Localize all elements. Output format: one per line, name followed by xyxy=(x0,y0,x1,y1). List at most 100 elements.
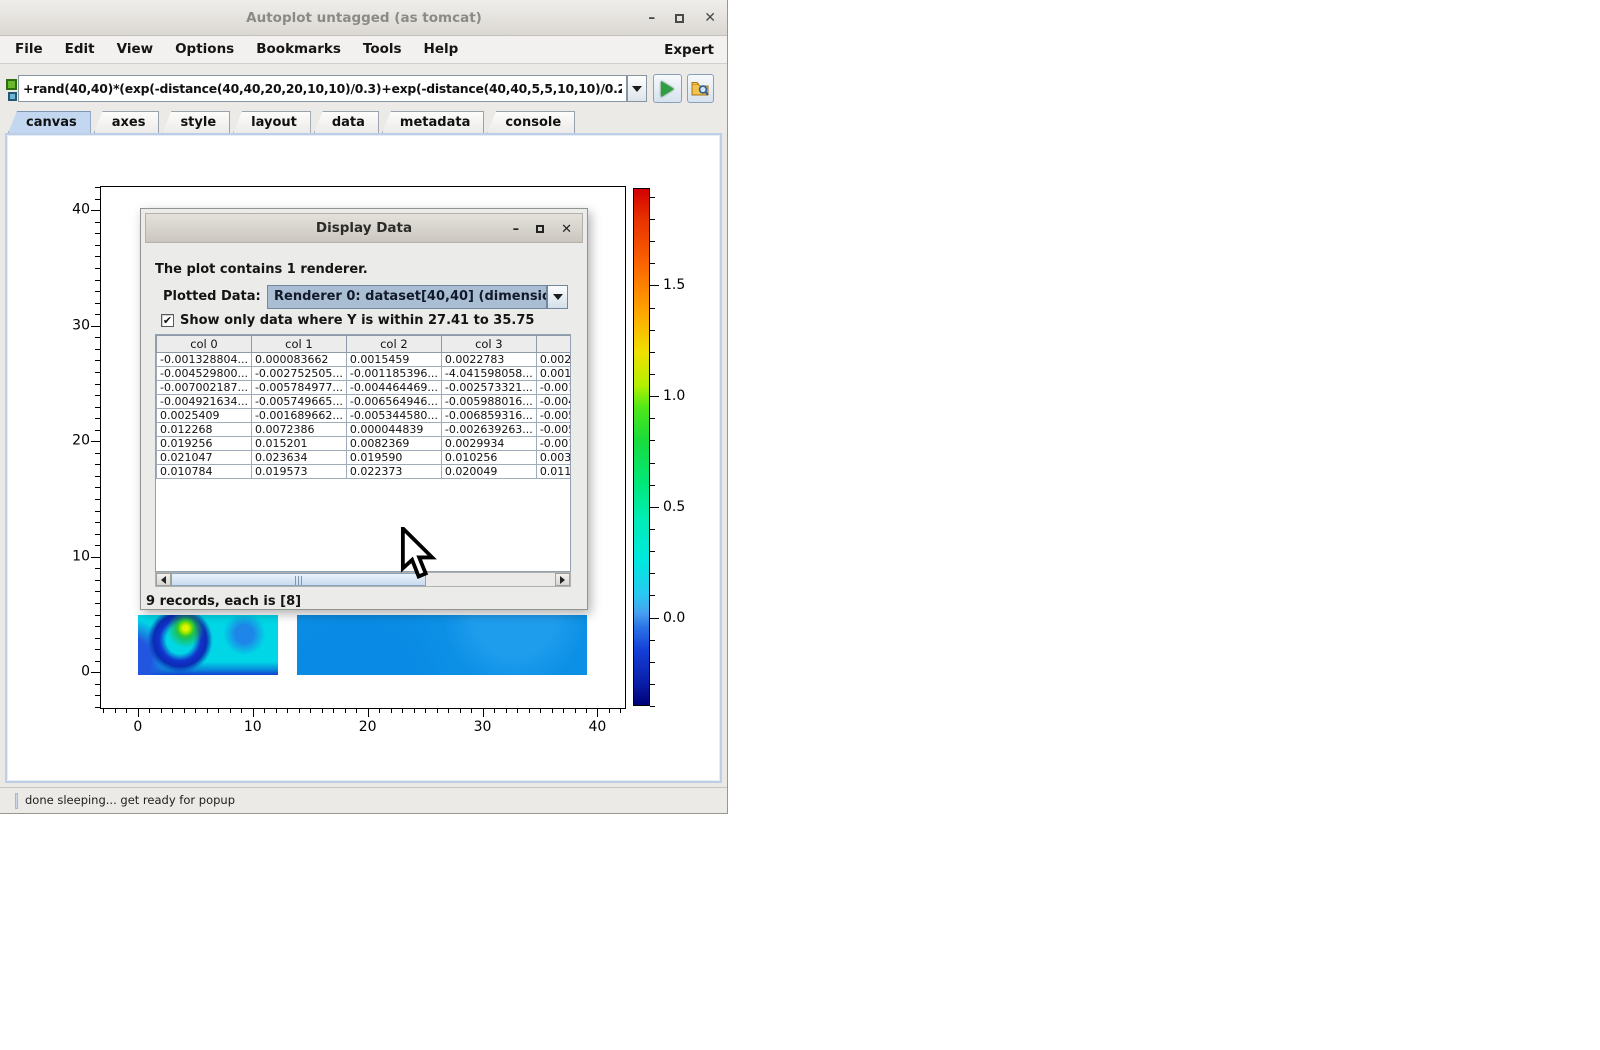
x-axis-tick xyxy=(448,708,449,713)
colorbar-tick xyxy=(650,374,655,375)
dialog-minimize-icon[interactable]: – xyxy=(513,222,520,237)
window-maximize-icon[interactable] xyxy=(675,14,684,23)
dialog-maximize-icon[interactable] xyxy=(536,225,544,233)
table-cell: 0.021047 xyxy=(157,451,252,465)
dialog-close-icon[interactable]: ✕ xyxy=(561,222,572,237)
renderer-summary: The plot contains 1 renderer. xyxy=(155,262,368,277)
table-row[interactable]: 0.0122680.00723860.000044839-0.002639263… xyxy=(157,423,572,437)
uri-dropdown-button[interactable] xyxy=(627,75,647,102)
menu-help[interactable]: Help xyxy=(413,36,470,63)
column-header[interactable]: col 4 xyxy=(536,336,571,353)
y-axis-tick xyxy=(95,384,100,385)
table-cell: -0.001333864... xyxy=(536,437,571,451)
x-axis-tick xyxy=(126,708,127,713)
y-axis-tick xyxy=(95,222,100,223)
table-row[interactable]: -0.007002187...-0.005784977...-0.0044644… xyxy=(157,381,572,395)
column-header[interactable]: col 2 xyxy=(346,336,441,353)
renderer-combobox[interactable]: Renderer 0: dataset[40,40] (dimension... xyxy=(267,285,547,309)
table-hscrollbar[interactable] xyxy=(155,572,571,587)
table-row[interactable]: -0.001328804...0.0000836620.00154590.002… xyxy=(157,353,572,367)
data-table-container[interactable]: col 0col 1col 2col 3col 4 -0.001328804..… xyxy=(155,334,571,572)
window-titlebar[interactable]: Autoplot untagged (as tomcat) – ✕ xyxy=(0,0,728,36)
table-row[interactable]: 0.0025409-0.001689662...-0.005344580...-… xyxy=(157,409,572,423)
tab-metadata[interactable]: metadata xyxy=(382,111,484,133)
chevron-down-icon xyxy=(553,294,563,300)
autoplot-window: Autoplot untagged (as tomcat) – ✕ FileEd… xyxy=(0,0,728,814)
menu-view[interactable]: View xyxy=(106,36,164,63)
renderer-combobox-arrow[interactable] xyxy=(547,285,568,309)
table-cell: -0.002752505... xyxy=(251,367,346,381)
tab-style[interactable]: style xyxy=(162,111,230,133)
uri-input[interactable] xyxy=(18,75,627,102)
column-header[interactable]: col 0 xyxy=(157,336,252,353)
x-axis-tick xyxy=(597,708,598,717)
tab-data[interactable]: data xyxy=(314,111,379,133)
colorbar-tick xyxy=(650,551,655,552)
plot-element-icon[interactable] xyxy=(6,79,17,90)
table-row[interactable]: 0.0107840.0195730.0223730.0200490.011997… xyxy=(157,465,572,479)
window-minimize-icon[interactable]: – xyxy=(648,11,655,25)
y-axis-tick xyxy=(95,256,100,257)
menu-options[interactable]: Options xyxy=(164,36,245,63)
scroll-thumb[interactable] xyxy=(171,573,426,586)
x-axis-label: 0 xyxy=(133,719,142,735)
table-row[interactable]: -0.004921634...-0.005749665...-0.0065649… xyxy=(157,395,572,409)
progress-nub xyxy=(15,793,18,809)
table-cell: -0.004529800... xyxy=(157,367,252,381)
triangle-left-icon xyxy=(161,576,166,584)
filter-checkbox-label: Show only data where Y is within 27.41 t… xyxy=(180,313,534,328)
spectrogram-strip-right[interactable] xyxy=(297,615,587,675)
y-axis-tick xyxy=(95,487,100,488)
inspect-uri-button[interactable] xyxy=(687,74,714,103)
filter-checkbox[interactable]: ✔ xyxy=(161,314,174,327)
tab-canvas[interactable]: canvas xyxy=(8,111,91,133)
column-header[interactable]: col 1 xyxy=(251,336,346,353)
tab-axes[interactable]: axes xyxy=(94,111,160,133)
scroll-right-button[interactable] xyxy=(555,573,570,586)
x-axis-tick xyxy=(253,708,254,717)
y-axis-tick xyxy=(95,430,100,431)
table-cell: 0.0029934 xyxy=(441,437,536,451)
menu-tools[interactable]: Tools xyxy=(352,36,413,63)
y-axis-tick xyxy=(95,337,100,338)
scroll-track[interactable] xyxy=(171,573,555,586)
table-row[interactable]: 0.0210470.0236340.0195900.0102560.003772… xyxy=(157,451,572,465)
window-close-icon[interactable]: ✕ xyxy=(704,11,716,25)
go-plot-button[interactable] xyxy=(653,74,682,103)
dialog-title: Display Data xyxy=(316,220,412,236)
y-axis-label: 40 xyxy=(56,202,90,218)
table-cell: 0.0025660 xyxy=(536,353,571,367)
colorbar-tick xyxy=(650,418,655,419)
table-row[interactable]: -0.004529800...-0.002752505...-0.0011853… xyxy=(157,367,572,381)
x-axis-tick xyxy=(563,708,564,713)
x-axis-label: 30 xyxy=(474,719,492,735)
colorbar-tick xyxy=(650,396,659,397)
dialog-titlebar[interactable]: Display Data – ✕ xyxy=(145,213,583,243)
tab-layout[interactable]: layout xyxy=(233,111,311,133)
menu-file[interactable]: File xyxy=(4,36,54,63)
table-cell: -0.001689662... xyxy=(251,409,346,423)
plotted-data-label: Plotted Data: xyxy=(163,289,261,304)
spectrogram-strip-left[interactable] xyxy=(138,615,278,675)
tab-console[interactable]: console xyxy=(487,111,575,133)
y-axis-tick xyxy=(95,534,100,535)
table-cell: -0.005146240... xyxy=(536,423,571,437)
menu-bookmarks[interactable]: Bookmarks xyxy=(245,36,352,63)
data-source-icon[interactable] xyxy=(8,92,17,101)
y-axis-tick xyxy=(95,603,100,604)
expert-menu[interactable]: Expert xyxy=(664,42,728,58)
column-header[interactable]: col 3 xyxy=(441,336,536,353)
menu-edit[interactable]: Edit xyxy=(54,36,106,63)
colorbar-label: 0.5 xyxy=(663,499,685,515)
x-axis-tick xyxy=(506,708,507,713)
y-axis-tick xyxy=(95,568,100,569)
table-cell: -0.004921634... xyxy=(157,395,252,409)
table-row[interactable]: 0.0192560.0152010.00823690.0029934-0.001… xyxy=(157,437,572,451)
y-axis-tick xyxy=(95,280,100,281)
colorbar-tick xyxy=(650,285,659,286)
table-cell: 0.000083662 xyxy=(251,353,346,367)
colorbar-tick xyxy=(650,352,655,353)
scroll-left-button[interactable] xyxy=(156,573,171,586)
table-cell: -0.002639263... xyxy=(441,423,536,437)
colorbar-tick xyxy=(650,595,655,596)
